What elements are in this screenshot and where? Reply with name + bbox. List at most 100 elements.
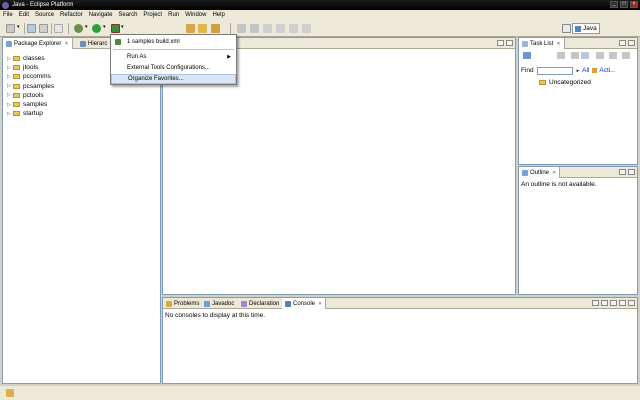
menu-item-run-as[interactable]: Run As ▶ bbox=[111, 52, 236, 62]
tree-item[interactable]: ▷ pccomms bbox=[7, 72, 54, 81]
tab-declaration-label: Declaration bbox=[249, 300, 280, 307]
all-link[interactable]: All bbox=[582, 67, 589, 74]
task-find-row: Find ▸ All Acti... bbox=[521, 65, 637, 76]
maximize-icon[interactable] bbox=[628, 300, 635, 306]
tab-outline[interactable]: Outline ✕ bbox=[519, 167, 561, 178]
tab-package-explorer[interactable]: Package Explorer ✕ bbox=[3, 38, 73, 49]
next-annotation-icon[interactable] bbox=[237, 24, 246, 33]
open-console-icon[interactable] bbox=[610, 300, 617, 306]
menu-window[interactable]: Window bbox=[185, 12, 206, 18]
close-icon[interactable]: ✕ bbox=[552, 170, 556, 176]
tree-item[interactable]: ▷ pctools bbox=[7, 91, 54, 100]
tree-item[interactable]: ▷ jtools bbox=[7, 63, 54, 72]
open-type-icon[interactable] bbox=[186, 24, 195, 33]
collapse-all-icon[interactable] bbox=[571, 52, 579, 59]
menu-navigate[interactable]: Navigate bbox=[89, 12, 113, 18]
project-folder-icon bbox=[13, 74, 20, 80]
open-console-icon[interactable] bbox=[54, 24, 63, 33]
tab-hierarchy-label: Hierarc bbox=[88, 40, 108, 47]
minimize-icon[interactable] bbox=[619, 40, 626, 46]
filter-icon[interactable] bbox=[596, 52, 604, 59]
last-edit-icon[interactable] bbox=[263, 24, 272, 33]
tab-declaration[interactable]: Declaration bbox=[238, 298, 282, 309]
run-dropdown-icon[interactable]: ▾ bbox=[103, 24, 108, 33]
display-console-icon[interactable] bbox=[601, 300, 608, 306]
tree-item[interactable]: ▷ classes bbox=[7, 54, 54, 63]
outline-pane-controls bbox=[619, 169, 635, 175]
new-task-icon[interactable] bbox=[523, 52, 531, 59]
close-icon[interactable]: ✕ bbox=[64, 41, 68, 47]
tree-item[interactable]: ▷ samples bbox=[7, 100, 54, 109]
task-category-row[interactable]: Uncategorized bbox=[539, 78, 591, 87]
close-button[interactable]: × bbox=[630, 1, 638, 8]
debug-icon[interactable] bbox=[74, 24, 83, 33]
menu-file[interactable]: File bbox=[3, 12, 13, 18]
expand-icon[interactable]: ▷ bbox=[7, 111, 12, 117]
tree-item-label: classes bbox=[23, 55, 45, 63]
menu-separator bbox=[113, 49, 234, 50]
menu-item-organize-favorites[interactable]: Organize Favorites... bbox=[111, 74, 236, 84]
external-tools-icon[interactable] bbox=[111, 24, 120, 33]
tree-item[interactable]: ▷ startup bbox=[7, 109, 54, 118]
expand-icon[interactable]: ▷ bbox=[7, 56, 12, 62]
maximize-icon[interactable] bbox=[628, 169, 635, 175]
minimize-icon[interactable] bbox=[619, 300, 626, 306]
open-folder-icon[interactable] bbox=[198, 24, 207, 33]
view-menu-icon[interactable] bbox=[609, 52, 617, 59]
categorize-icon[interactable] bbox=[557, 52, 565, 59]
menu-item-samples-build[interactable]: 1 samples build.xml bbox=[111, 37, 236, 47]
menu-source[interactable]: Source bbox=[35, 12, 54, 18]
forward-icon[interactable] bbox=[289, 24, 298, 33]
maximize-icon[interactable] bbox=[628, 40, 635, 46]
menu-project[interactable]: Project bbox=[143, 12, 162, 18]
external-tools-menu: 1 samples build.xml Run As ▶ External To… bbox=[110, 34, 237, 85]
expand-icon[interactable]: ▷ bbox=[7, 92, 12, 98]
tree-item[interactable]: ▷ pcsamples bbox=[7, 82, 54, 91]
print-icon[interactable] bbox=[39, 24, 48, 33]
close-icon[interactable]: ✕ bbox=[556, 41, 560, 47]
eclipse-app-icon bbox=[2, 1, 9, 9]
expand-icon[interactable]: ▷ bbox=[7, 65, 12, 71]
activate-link[interactable]: Acti... bbox=[599, 67, 615, 74]
back-icon[interactable] bbox=[276, 24, 285, 33]
tab-javadoc[interactable]: Javadoc bbox=[201, 298, 237, 309]
maximize-button[interactable]: □ bbox=[620, 1, 628, 8]
previous-annotation-icon[interactable] bbox=[250, 24, 259, 33]
package-explorer-pane: Package Explorer ✕ Hierarc ▷ classes ▷ jto… bbox=[2, 37, 161, 384]
open-perspective-icon[interactable] bbox=[562, 24, 571, 33]
menu-item-external-tools-configurations[interactable]: External Tools Configurations... bbox=[111, 63, 236, 73]
minimize-icon[interactable] bbox=[619, 169, 626, 175]
external-tools-dropdown-icon[interactable]: ▾ bbox=[121, 24, 126, 33]
new-dropdown-icon[interactable]: ▾ bbox=[17, 24, 22, 33]
fast-view-icon[interactable] bbox=[6, 389, 14, 397]
menu-run[interactable]: Run bbox=[168, 12, 179, 18]
minimize-icon[interactable] bbox=[497, 40, 504, 46]
save-icon[interactable] bbox=[27, 24, 36, 33]
task-list-minimize-icon[interactable] bbox=[622, 52, 630, 59]
dropdown-arrow-icon[interactable]: ▸ bbox=[577, 68, 580, 74]
close-icon[interactable]: ✕ bbox=[318, 301, 322, 307]
focus-icon[interactable] bbox=[581, 52, 589, 59]
find-input[interactable] bbox=[536, 66, 573, 75]
forward-alt-icon[interactable] bbox=[302, 24, 311, 33]
search-icon[interactable] bbox=[211, 24, 220, 33]
menu-help[interactable]: Help bbox=[212, 12, 224, 18]
menu-search[interactable]: Search bbox=[118, 12, 137, 18]
tab-hierarchy[interactable]: Hierarc bbox=[77, 38, 110, 49]
debug-dropdown-icon[interactable]: ▾ bbox=[85, 24, 90, 33]
tab-problems[interactable]: Problems bbox=[163, 298, 202, 309]
tab-console[interactable]: Console ✕ bbox=[282, 298, 327, 309]
expand-icon[interactable]: ▷ bbox=[7, 74, 12, 80]
menu-refactor[interactable]: Refactor bbox=[60, 12, 83, 18]
expand-icon[interactable]: ▷ bbox=[7, 102, 12, 108]
pin-console-icon[interactable] bbox=[592, 300, 599, 306]
java-perspective-button[interactable]: Java bbox=[572, 23, 600, 34]
run-icon[interactable] bbox=[92, 24, 101, 33]
tab-task-list[interactable]: Task List ✕ bbox=[519, 38, 565, 49]
project-folder-icon bbox=[13, 65, 20, 71]
menu-edit[interactable]: Edit bbox=[19, 12, 29, 18]
maximize-icon[interactable] bbox=[506, 40, 513, 46]
expand-icon[interactable]: ▷ bbox=[7, 83, 12, 89]
minimize-button[interactable]: _ bbox=[610, 1, 618, 8]
new-icon[interactable] bbox=[6, 24, 15, 33]
